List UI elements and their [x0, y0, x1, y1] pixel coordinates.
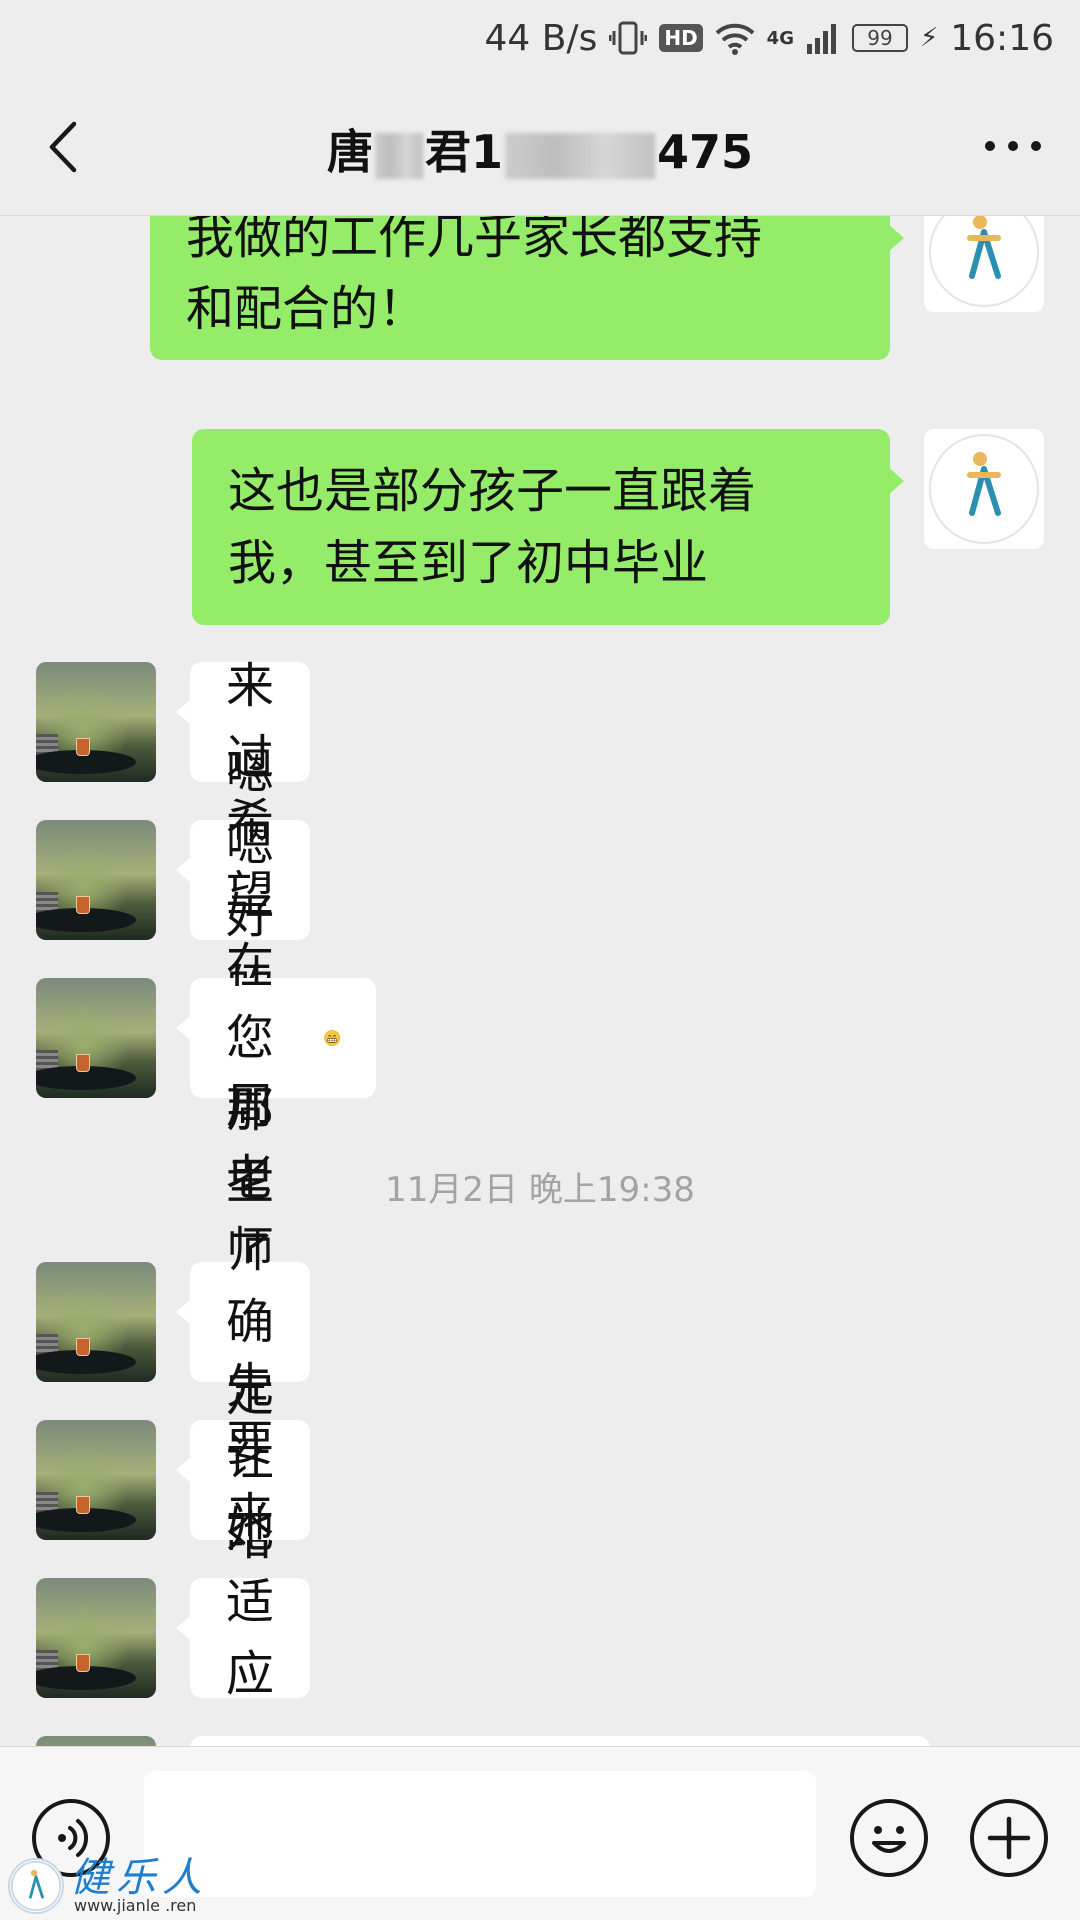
watermark-text: 健乐人: [70, 1855, 208, 1901]
message-bubble[interactable]: 先让她适应一个月: [175, 1358, 311, 1746]
jianle-ren-logo-icon: [929, 434, 1039, 544]
signal-icon: [806, 24, 836, 54]
self-avatar[interactable]: [924, 429, 1044, 549]
hd-badge: HD: [659, 24, 703, 52]
message-bubble-partial[interactable]: [190, 1736, 930, 1746]
grinning-face-icon: [323, 1030, 340, 1046]
charging-icon: ⚡: [919, 23, 939, 53]
message-text: 我，甚至到了初中毕业: [228, 535, 709, 591]
more-icon[interactable]: [982, 136, 1044, 156]
network-type: 4G: [766, 27, 794, 49]
more-functions-button[interactable]: [970, 1799, 1048, 1877]
title-middle: 君1: [424, 125, 503, 179]
jianle-ren-logo-icon: [929, 216, 1039, 307]
contact-avatar[interactable]: [36, 820, 156, 940]
contact-avatar[interactable]: [36, 1262, 156, 1382]
contact-avatar[interactable]: [36, 1736, 156, 1746]
plus-icon: [987, 1816, 1031, 1860]
chat-messages[interactable]: 我做的工作几乎家长都支持 和配合的！ 这也是部分孩子一直跟着 我，甚至到了初中毕…: [0, 216, 1080, 1746]
wifi-icon: [715, 23, 755, 55]
redacted-phone: [504, 132, 655, 179]
message-bubble[interactable]: 我做的工作几乎家长都支持 和配合的！: [150, 216, 904, 360]
message-text: 这也是部分孩子一直跟着: [228, 463, 757, 519]
message-bubble[interactable]: 希望在您那里了: [175, 794, 377, 1282]
contact-avatar[interactable]: [36, 978, 156, 1098]
contact-avatar[interactable]: [36, 1578, 156, 1698]
title-suffix: 475: [656, 125, 754, 179]
message-text: 和配合的！: [186, 281, 427, 337]
message-text: 我做的工作几乎家长都支持: [186, 216, 763, 265]
self-avatar[interactable]: [924, 216, 1044, 312]
chat-title: 唐君1 475: [0, 116, 1080, 182]
contact-avatar[interactable]: [36, 1420, 156, 1540]
clock: 16:16: [950, 17, 1054, 59]
watermark-logo-icon: [8, 1858, 64, 1914]
message-input[interactable]: [144, 1771, 816, 1897]
watermark: 健乐人 www.jianle .ren: [8, 1856, 208, 1916]
net-speed: 44 B/s: [484, 17, 598, 59]
chat-header: 唐君1 475: [0, 76, 1080, 216]
message-text: 先让她适应一个月: [226, 1358, 275, 1746]
timestamp-divider: 11月2日 晚上19:38: [385, 1170, 695, 1210]
battery-icon: 99: [851, 24, 908, 52]
redacted-name: [374, 132, 423, 179]
watermark-url: www.jianle .ren: [74, 1896, 197, 1915]
contact-avatar[interactable]: [36, 662, 156, 782]
vibrate-icon: [609, 21, 648, 55]
title-prefix: 唐: [326, 125, 373, 179]
status-bar: 44 B/s HD 4G 99 ⚡ 16:16: [0, 0, 1080, 76]
emoji-button[interactable]: [850, 1799, 928, 1877]
message-bubble[interactable]: 这也是部分孩子一直跟着 我，甚至到了初中毕业: [192, 429, 904, 625]
smiley-icon: [872, 1826, 906, 1853]
